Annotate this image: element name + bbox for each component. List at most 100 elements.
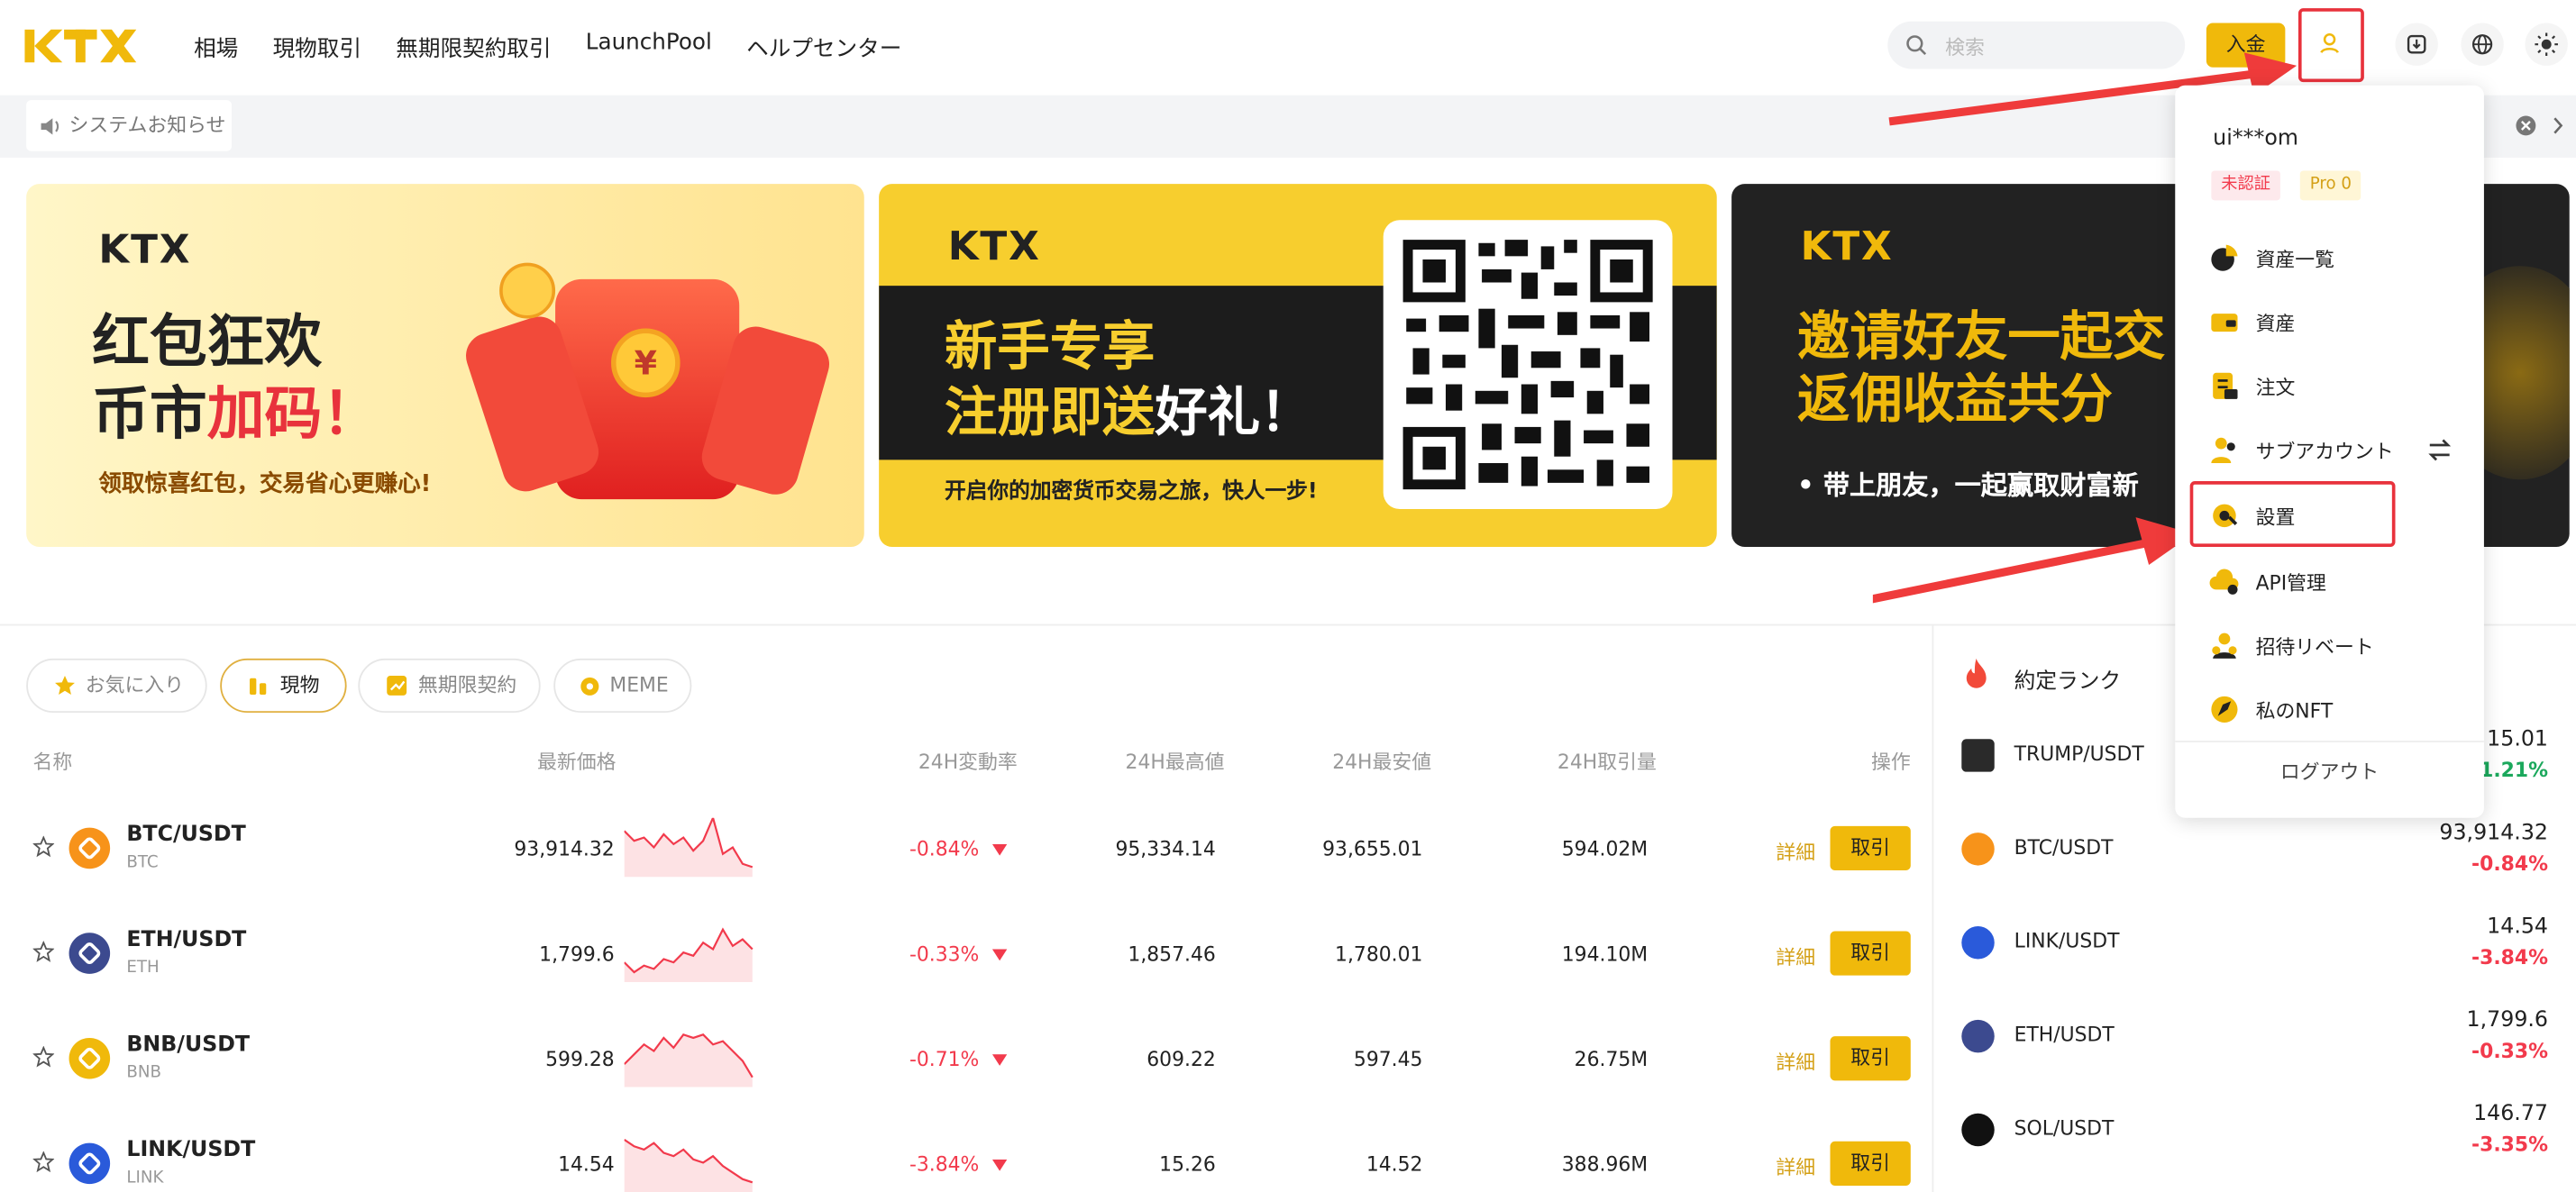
coin-icon bbox=[1961, 833, 1995, 866]
change-pct: -0.84% bbox=[909, 837, 980, 861]
wallet-icon bbox=[2211, 314, 2238, 332]
pair-name[interactable]: BNB/USDT bbox=[126, 1033, 250, 1057]
menu-referral[interactable]: 招待リベート bbox=[2175, 619, 2484, 671]
ktx-logo[interactable] bbox=[24, 24, 137, 67]
high-price: 1,857.46 bbox=[1128, 942, 1216, 966]
coin-image bbox=[499, 262, 556, 319]
base-asset: BTC bbox=[126, 853, 159, 872]
trade-button[interactable]: 取引 bbox=[1830, 825, 1911, 871]
user-name: ui***om bbox=[2213, 126, 2298, 151]
detail-link[interactable]: 詳細 bbox=[1776, 942, 1815, 970]
order-icon bbox=[2213, 372, 2238, 399]
menu-assets[interactable]: 資産 bbox=[2175, 296, 2484, 348]
table-row[interactable]: LINK/USDT LINK 14.54 -3.84% 15.26 14.52 … bbox=[0, 1110, 1923, 1192]
tab-spot[interactable]: 現物 bbox=[220, 658, 347, 714]
rank-change: -0.33% bbox=[2471, 1039, 2549, 1063]
pair-name[interactable]: BTC/USDT bbox=[126, 823, 245, 847]
banner-title-line2: 币市加码！ bbox=[92, 382, 380, 449]
volume: 194.10M bbox=[1561, 942, 1649, 966]
favorite-star-icon[interactable] bbox=[32, 835, 55, 858]
last-price: 599.28 bbox=[545, 1047, 615, 1071]
favorite-star-icon[interactable] bbox=[32, 1046, 55, 1068]
banner-title: 红包狂欢 bbox=[92, 310, 323, 377]
last-price: 93,914.32 bbox=[514, 837, 615, 861]
detail-link[interactable]: 詳細 bbox=[1776, 838, 1815, 866]
table-row[interactable]: ETH/USDT ETH 1,799.6 -0.33% 1,857.46 1,7… bbox=[0, 900, 1923, 1005]
banner-subtitle: 开启你的加密货币交易之旅，快人一步! bbox=[945, 479, 1318, 505]
tab-futures[interactable]: 無期限契約 bbox=[358, 658, 541, 714]
rank-pair: BTC/USDT bbox=[2014, 835, 2114, 860]
download-icon[interactable] bbox=[2395, 23, 2438, 66]
menu-subaccount[interactable]: サブアカウント bbox=[2175, 423, 2484, 476]
table-row[interactable]: BTC/USDT BTC 93,914.32 -0.84% 95,334.14 … bbox=[0, 795, 1923, 900]
rank-row[interactable]: ETH/USDT 1,799.6 -0.33% bbox=[1933, 992, 2576, 1084]
rank-title: 約定ランク bbox=[2014, 669, 2122, 696]
menu-api[interactable]: API管理 bbox=[2175, 555, 2484, 607]
banner-newbie[interactable]: KTX 新手专享 注册即送好礼！ 开启你的加密货币交易之旅，快人一步! bbox=[879, 184, 1717, 547]
detail-link[interactable]: 詳細 bbox=[1776, 1153, 1815, 1181]
rank-change: -3.35% bbox=[2471, 1133, 2549, 1157]
sparkline-chart bbox=[624, 817, 754, 878]
favorite-star-icon[interactable] bbox=[32, 1151, 55, 1173]
logout-button[interactable]: ログアウト bbox=[2175, 757, 2484, 785]
nav-futures[interactable]: 無期限契約取引 bbox=[396, 30, 551, 62]
nav-market[interactable]: 相場 bbox=[194, 30, 238, 62]
user-dropdown-menu: ui***om 未認証 Pro 0 資産一覧 資産 注文 サブアカウント 設置 … bbox=[2175, 85, 2484, 818]
rank-change: -3.84% bbox=[2471, 945, 2549, 969]
notice-label: システムお知らせ bbox=[69, 113, 226, 137]
menu-divider bbox=[2175, 741, 2484, 742]
coin-icon bbox=[69, 827, 111, 869]
trade-button[interactable]: 取引 bbox=[1830, 931, 1911, 976]
trade-button[interactable]: 取引 bbox=[1830, 1141, 1911, 1186]
chevron-right-icon[interactable] bbox=[2550, 115, 2566, 137]
settings-highlight-box bbox=[2189, 481, 2396, 547]
col-price: 最新価格 bbox=[537, 750, 617, 774]
rank-pair: ETH/USDT bbox=[2014, 1023, 2115, 1047]
col-volume: 24H取引量 bbox=[1557, 750, 1657, 774]
rank-row[interactable]: LINK/USDT 14.54 -3.84% bbox=[1933, 898, 2576, 990]
rank-price: 146.77 bbox=[2473, 1102, 2549, 1127]
tab-favorites[interactable]: お気に入り bbox=[26, 658, 207, 714]
theme-icon[interactable] bbox=[2525, 23, 2568, 66]
trade-button[interactable]: 取引 bbox=[1830, 1036, 1911, 1081]
detail-link[interactable]: 詳細 bbox=[1776, 1048, 1815, 1076]
fire-icon bbox=[1966, 658, 1987, 688]
pair-name[interactable]: LINK/USDT bbox=[126, 1138, 255, 1162]
menu-nft[interactable]: 私のNFT bbox=[2175, 683, 2484, 735]
base-asset: BNB bbox=[126, 1064, 161, 1083]
close-icon[interactable] bbox=[2516, 115, 2537, 137]
nav-launchpool[interactable]: LaunchPool bbox=[586, 30, 712, 62]
banner-brand: KTX bbox=[98, 226, 192, 273]
high-price: 95,334.14 bbox=[1115, 837, 1216, 861]
coin-icon bbox=[1961, 739, 1995, 772]
volume: 594.02M bbox=[1561, 837, 1649, 861]
nav-spot[interactable]: 現物取引 bbox=[273, 30, 361, 62]
table-row[interactable]: BNB/USDT BNB 599.28 -0.71% 609.22 597.45… bbox=[0, 1005, 1923, 1110]
rank-pair: SOL/USDT bbox=[2014, 1116, 2115, 1140]
rank-price: 1,799.6 bbox=[2466, 1008, 2549, 1033]
pair-name[interactable]: ETH/USDT bbox=[126, 928, 246, 952]
menu-assets-overview[interactable]: 資産一覧 bbox=[2175, 232, 2484, 284]
base-asset: LINK bbox=[126, 1169, 164, 1187]
futures-icon bbox=[387, 676, 407, 696]
globe-icon[interactable] bbox=[2461, 23, 2504, 66]
meme-icon bbox=[580, 677, 599, 696]
menu-orders[interactable]: 注文 bbox=[2175, 359, 2484, 412]
col-action: 操作 bbox=[1871, 750, 1911, 774]
rank-row[interactable]: SOL/USDT 146.77 -3.35% bbox=[1933, 1086, 2576, 1178]
users-icon bbox=[2211, 437, 2235, 464]
down-arrow-icon bbox=[991, 1159, 1008, 1171]
coin-icon bbox=[1961, 1019, 1995, 1053]
rank-pair: LINK/USDT bbox=[2014, 929, 2120, 953]
switch-icon[interactable] bbox=[2428, 439, 2452, 462]
banner-brand: KTX bbox=[947, 223, 1041, 269]
notice-button[interactable]: システムお知らせ bbox=[26, 100, 233, 151]
col-change: 24H変動率 bbox=[918, 750, 1018, 774]
banner-red-packet[interactable]: KTX 红包狂欢 币市加码！ 领取惊喜红包，交易省心更赚心! ¥ bbox=[26, 184, 864, 547]
rank-row[interactable]: BTC/USDT 93,914.32 -0.84% bbox=[1933, 805, 2576, 896]
nav-help[interactable]: ヘルプセンター bbox=[746, 30, 901, 62]
tab-meme[interactable]: MEME bbox=[553, 658, 692, 714]
spot-icon bbox=[250, 678, 267, 696]
favorite-star-icon[interactable] bbox=[32, 941, 55, 962]
star-icon bbox=[55, 676, 75, 696]
